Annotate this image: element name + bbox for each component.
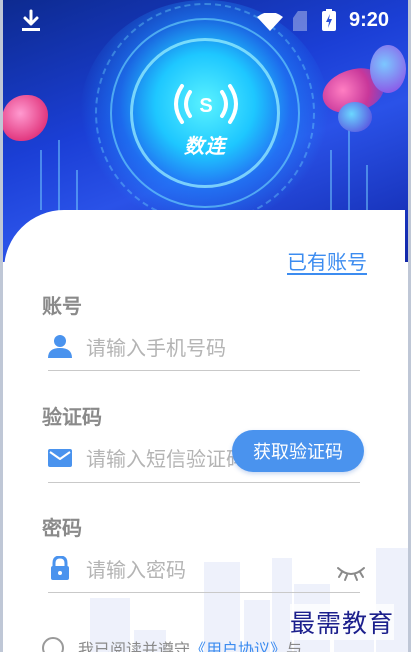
watermark: 最需教育 — [290, 604, 395, 640]
agreement-radio[interactable] — [42, 637, 64, 652]
phone-input[interactable] — [86, 333, 306, 363]
agreement-row: 我已阅读并遵守 《用户协议》 与 — [42, 636, 302, 652]
user-icon — [48, 334, 72, 358]
field-divider — [48, 370, 360, 371]
decor-blob-right — [370, 45, 406, 93]
frame-edge — [0, 0, 3, 652]
decor-blob-right — [338, 102, 372, 132]
wifi-icon — [256, 12, 284, 35]
svg-text:S: S — [199, 95, 212, 117]
field-divider — [48, 592, 360, 593]
agreement-prefix: 我已阅读并遵守 — [78, 640, 191, 652]
verification-label: 验证码 — [42, 405, 102, 429]
account-label: 账号 — [42, 294, 82, 318]
eye-closed-icon[interactable] — [336, 562, 366, 582]
app-logo-icon: S — [168, 82, 244, 126]
get-code-button[interactable]: 获取验证码 — [232, 430, 364, 472]
banner-stripe — [40, 150, 42, 210]
field-divider — [48, 482, 360, 483]
user-agreement-link[interactable]: 《用户协议》 — [190, 636, 286, 652]
mail-icon — [48, 446, 72, 470]
password-input[interactable] — [86, 555, 316, 585]
app-logo-text: 数连 — [184, 134, 226, 158]
lock-icon — [48, 555, 72, 580]
sim-icon — [293, 11, 307, 31]
battery-charging-icon — [322, 9, 336, 35]
download-icon — [20, 9, 42, 37]
sms-code-input[interactable] — [86, 444, 236, 474]
status-time: 9:20 — [349, 9, 390, 31]
password-label: 密码 — [42, 516, 82, 540]
decor-blob-left — [2, 95, 48, 141]
status-bar: 9:20 — [0, 0, 411, 42]
have-account-link[interactable]: 已有账号 — [287, 246, 367, 275]
